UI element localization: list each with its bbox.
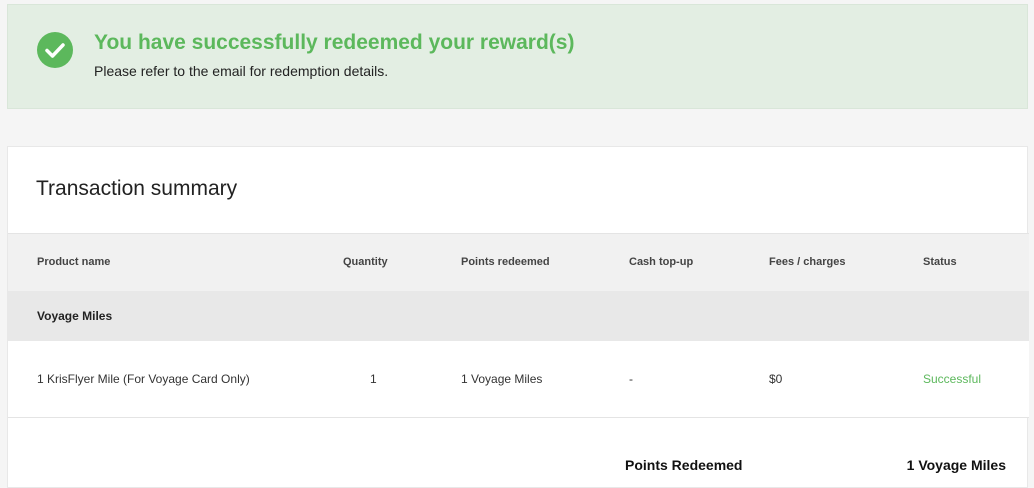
table-header: Product name Quantity Points redeemed Ca… (8, 233, 1029, 291)
table-row: 1 KrisFlyer Mile (For Voyage Card Only) … (8, 341, 1029, 418)
total-label: Points Redeemed (625, 457, 743, 473)
section-title: Transaction summary (36, 177, 238, 200)
column-header-product: Product name (37, 256, 111, 268)
column-header-fees: Fees / charges (769, 256, 846, 268)
total-value: 1 Voyage Miles (906, 457, 1006, 473)
success-banner: You have successfully redeemed your rewa… (7, 4, 1028, 109)
status-badge: Successful (923, 372, 982, 386)
check-circle-icon (37, 32, 73, 68)
cell-quantity: 1 (370, 372, 377, 386)
cell-fees: $0 (769, 372, 783, 386)
cell-cash: - (629, 372, 633, 386)
banner-subtitle: Please refer to the email for redemption… (94, 63, 389, 79)
transaction-summary-card: Transaction summary Product name Quantit… (7, 146, 1029, 488)
column-header-quantity: Quantity (343, 256, 388, 268)
cell-product: 1 KrisFlyer Mile (For Voyage Card Only) (37, 372, 250, 386)
column-header-points: Points redeemed (461, 256, 550, 268)
banner-title: You have successfully redeemed your rewa… (94, 31, 575, 54)
column-header-status: Status (923, 256, 957, 268)
group-label: Voyage Miles (37, 309, 113, 323)
cell-points: 1 Voyage Miles (461, 372, 543, 386)
column-header-cash: Cash top-up (629, 256, 694, 268)
group-row: Voyage Miles (8, 291, 1029, 341)
